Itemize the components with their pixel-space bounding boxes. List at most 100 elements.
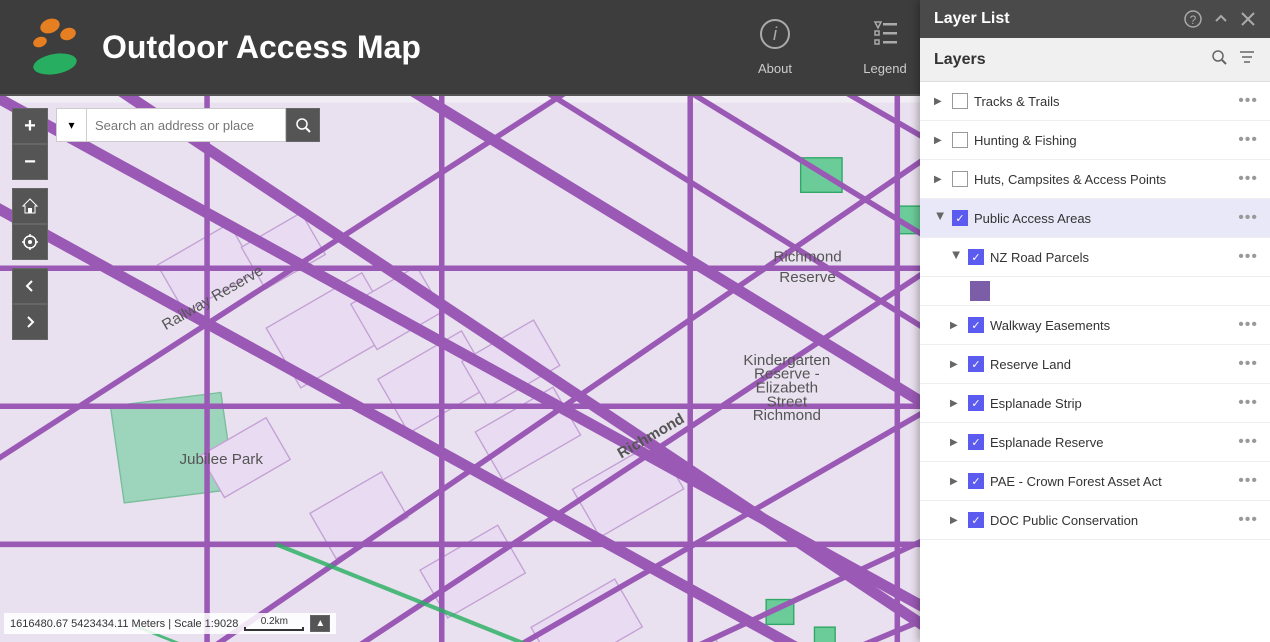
tracks-checkbox[interactable] [952, 93, 968, 109]
nz-road-label: NZ Road Parcels [990, 250, 1230, 265]
scale-bar: 1616480.67 5423434.11 Meters | Scale 1:9… [4, 613, 336, 634]
nz-road-swatch [970, 281, 990, 301]
svg-text:Richmond: Richmond [773, 248, 841, 265]
public-access-more-button[interactable]: ••• [1236, 209, 1260, 227]
app-logo [20, 12, 90, 82]
tracks-expand-arrow: ▶ [934, 96, 946, 107]
search-button[interactable] [286, 108, 320, 142]
esplanade-reserve-label: Esplanade Reserve [990, 435, 1230, 450]
tracks-more-button[interactable]: ••• [1236, 92, 1260, 110]
reserve-land-expand-arrow: ▶ [950, 359, 962, 370]
layers-heading: Layers [934, 51, 986, 69]
layer-panel-title: Layer List [934, 10, 1010, 28]
esplanade-reserve-expand-arrow: ▶ [950, 437, 962, 448]
public-access-label: Public Access Areas [974, 211, 1230, 226]
layer-item-huts[interactable]: ▶ Huts, Campsites & Access Points ••• [920, 160, 1270, 199]
layer-panel-close-button[interactable] [1240, 11, 1256, 27]
pae-label: PAE - Crown Forest Asset Act [990, 474, 1230, 489]
layer-panel-collapse-button[interactable] [1212, 10, 1230, 28]
walkway-more-button[interactable]: ••• [1236, 316, 1260, 334]
nav-about-button[interactable]: i About [720, 0, 830, 95]
search-bar: ▾ [56, 108, 320, 142]
reserve-land-label: Reserve Land [990, 357, 1230, 372]
layers-list: ▶ Tracks & Trails ••• ▶ Hunting & Fishin… [920, 82, 1270, 642]
layer-item-public-access[interactable]: ▶ ✓ Public Access Areas ••• [920, 199, 1270, 238]
nz-road-expand-arrow: ▶ [951, 251, 962, 263]
walkway-checkbox[interactable]: ✓ [968, 317, 984, 333]
map-controls: + − [12, 108, 48, 340]
esplanade-reserve-checkbox[interactable]: ✓ [968, 434, 984, 450]
layer-panel-help-button[interactable]: ? [1184, 10, 1202, 28]
zoom-in-button[interactable]: + [12, 108, 48, 144]
scale-coordinates: 1616480.67 5423434.11 Meters | Scale 1:9… [10, 618, 238, 630]
layer-item-reserve-land[interactable]: ▶ ✓ Reserve Land ••• [920, 345, 1270, 384]
esplanade-strip-checkbox[interactable]: ✓ [968, 395, 984, 411]
layer-panel: Layer List ? Layers ▶ [920, 0, 1270, 642]
nz-road-checkbox[interactable]: ✓ [968, 249, 984, 265]
back-button[interactable] [12, 268, 48, 304]
layers-title-bar: Layers [920, 38, 1270, 82]
hunting-label: Hunting & Fishing [974, 133, 1230, 148]
search-input[interactable] [86, 108, 286, 142]
scale-toggle-button[interactable]: ▲ [310, 615, 330, 632]
scale-visual: 0.2km [244, 616, 304, 631]
svg-text:i: i [773, 24, 778, 44]
scale-label: 0.2km [261, 616, 288, 627]
layer-item-doc[interactable]: ▶ ✓ DOC Public Conservation ••• [920, 501, 1270, 540]
reserve-land-checkbox[interactable]: ✓ [968, 356, 984, 372]
svg-text:Richmond: Richmond [753, 407, 821, 424]
svg-text:?: ? [1190, 13, 1197, 27]
esplanade-reserve-more-button[interactable]: ••• [1236, 433, 1260, 451]
nav-legend-label: Legend [863, 61, 906, 76]
esplanade-strip-more-button[interactable]: ••• [1236, 394, 1260, 412]
svg-text:Jubilee Park: Jubilee Park [179, 451, 263, 468]
doc-more-button[interactable]: ••• [1236, 511, 1260, 529]
layer-item-pae[interactable]: ▶ ✓ PAE - Crown Forest Asset Act ••• [920, 462, 1270, 501]
huts-label: Huts, Campsites & Access Points [974, 172, 1230, 187]
walkway-label: Walkway Easements [990, 318, 1230, 333]
layer-item-hunting[interactable]: ▶ Hunting & Fishing ••• [920, 121, 1270, 160]
doc-expand-arrow: ▶ [950, 515, 962, 526]
layer-panel-header: Layer List ? [920, 0, 1270, 38]
search-dropdown-button[interactable]: ▾ [56, 108, 86, 142]
huts-expand-arrow: ▶ [934, 174, 946, 185]
hunting-expand-arrow: ▶ [934, 135, 946, 146]
hunting-checkbox[interactable] [952, 132, 968, 148]
legend-icon [867, 18, 903, 57]
pae-more-button[interactable]: ••• [1236, 472, 1260, 490]
esplanade-strip-expand-arrow: ▶ [950, 398, 962, 409]
forward-button[interactable] [12, 304, 48, 340]
svg-text:Reserve: Reserve [779, 269, 836, 286]
doc-checkbox[interactable]: ✓ [968, 512, 984, 528]
pae-checkbox[interactable]: ✓ [968, 473, 984, 489]
zoom-out-button[interactable]: − [12, 144, 48, 180]
app-title: Outdoor Access Map [102, 29, 421, 66]
layer-item-tracks[interactable]: ▶ Tracks & Trails ••• [920, 82, 1270, 121]
layer-item-nz-road-swatch [920, 277, 1270, 306]
layers-title-icons [1210, 48, 1256, 71]
home-button[interactable] [12, 188, 48, 224]
layer-item-esplanade-strip[interactable]: ▶ ✓ Esplanade Strip ••• [920, 384, 1270, 423]
layer-panel-header-icons: ? [1184, 10, 1256, 28]
huts-checkbox[interactable] [952, 171, 968, 187]
hunting-more-button[interactable]: ••• [1236, 131, 1260, 149]
scale-line [244, 627, 304, 631]
doc-label: DOC Public Conservation [990, 513, 1230, 528]
about-icon: i [759, 18, 791, 57]
layers-filter-button[interactable] [1238, 48, 1256, 71]
layer-item-nz-road[interactable]: ▶ ✓ NZ Road Parcels ••• [920, 238, 1270, 277]
layer-item-walkway[interactable]: ▶ ✓ Walkway Easements ••• [920, 306, 1270, 345]
logo-area: Outdoor Access Map [0, 12, 560, 82]
layers-search-button[interactable] [1210, 48, 1228, 71]
nz-road-more-button[interactable]: ••• [1236, 248, 1260, 266]
tracks-label: Tracks & Trails [974, 94, 1230, 109]
reserve-land-more-button[interactable]: ••• [1236, 355, 1260, 373]
public-access-expand-arrow: ▶ [935, 212, 946, 224]
locate-button[interactable] [12, 224, 48, 260]
huts-more-button[interactable]: ••• [1236, 170, 1260, 188]
public-access-checkbox[interactable]: ✓ [952, 210, 968, 226]
nav-about-label: About [758, 61, 792, 76]
pae-expand-arrow: ▶ [950, 476, 962, 487]
walkway-expand-arrow: ▶ [950, 320, 962, 331]
layer-item-esplanade-reserve[interactable]: ▶ ✓ Esplanade Reserve ••• [920, 423, 1270, 462]
